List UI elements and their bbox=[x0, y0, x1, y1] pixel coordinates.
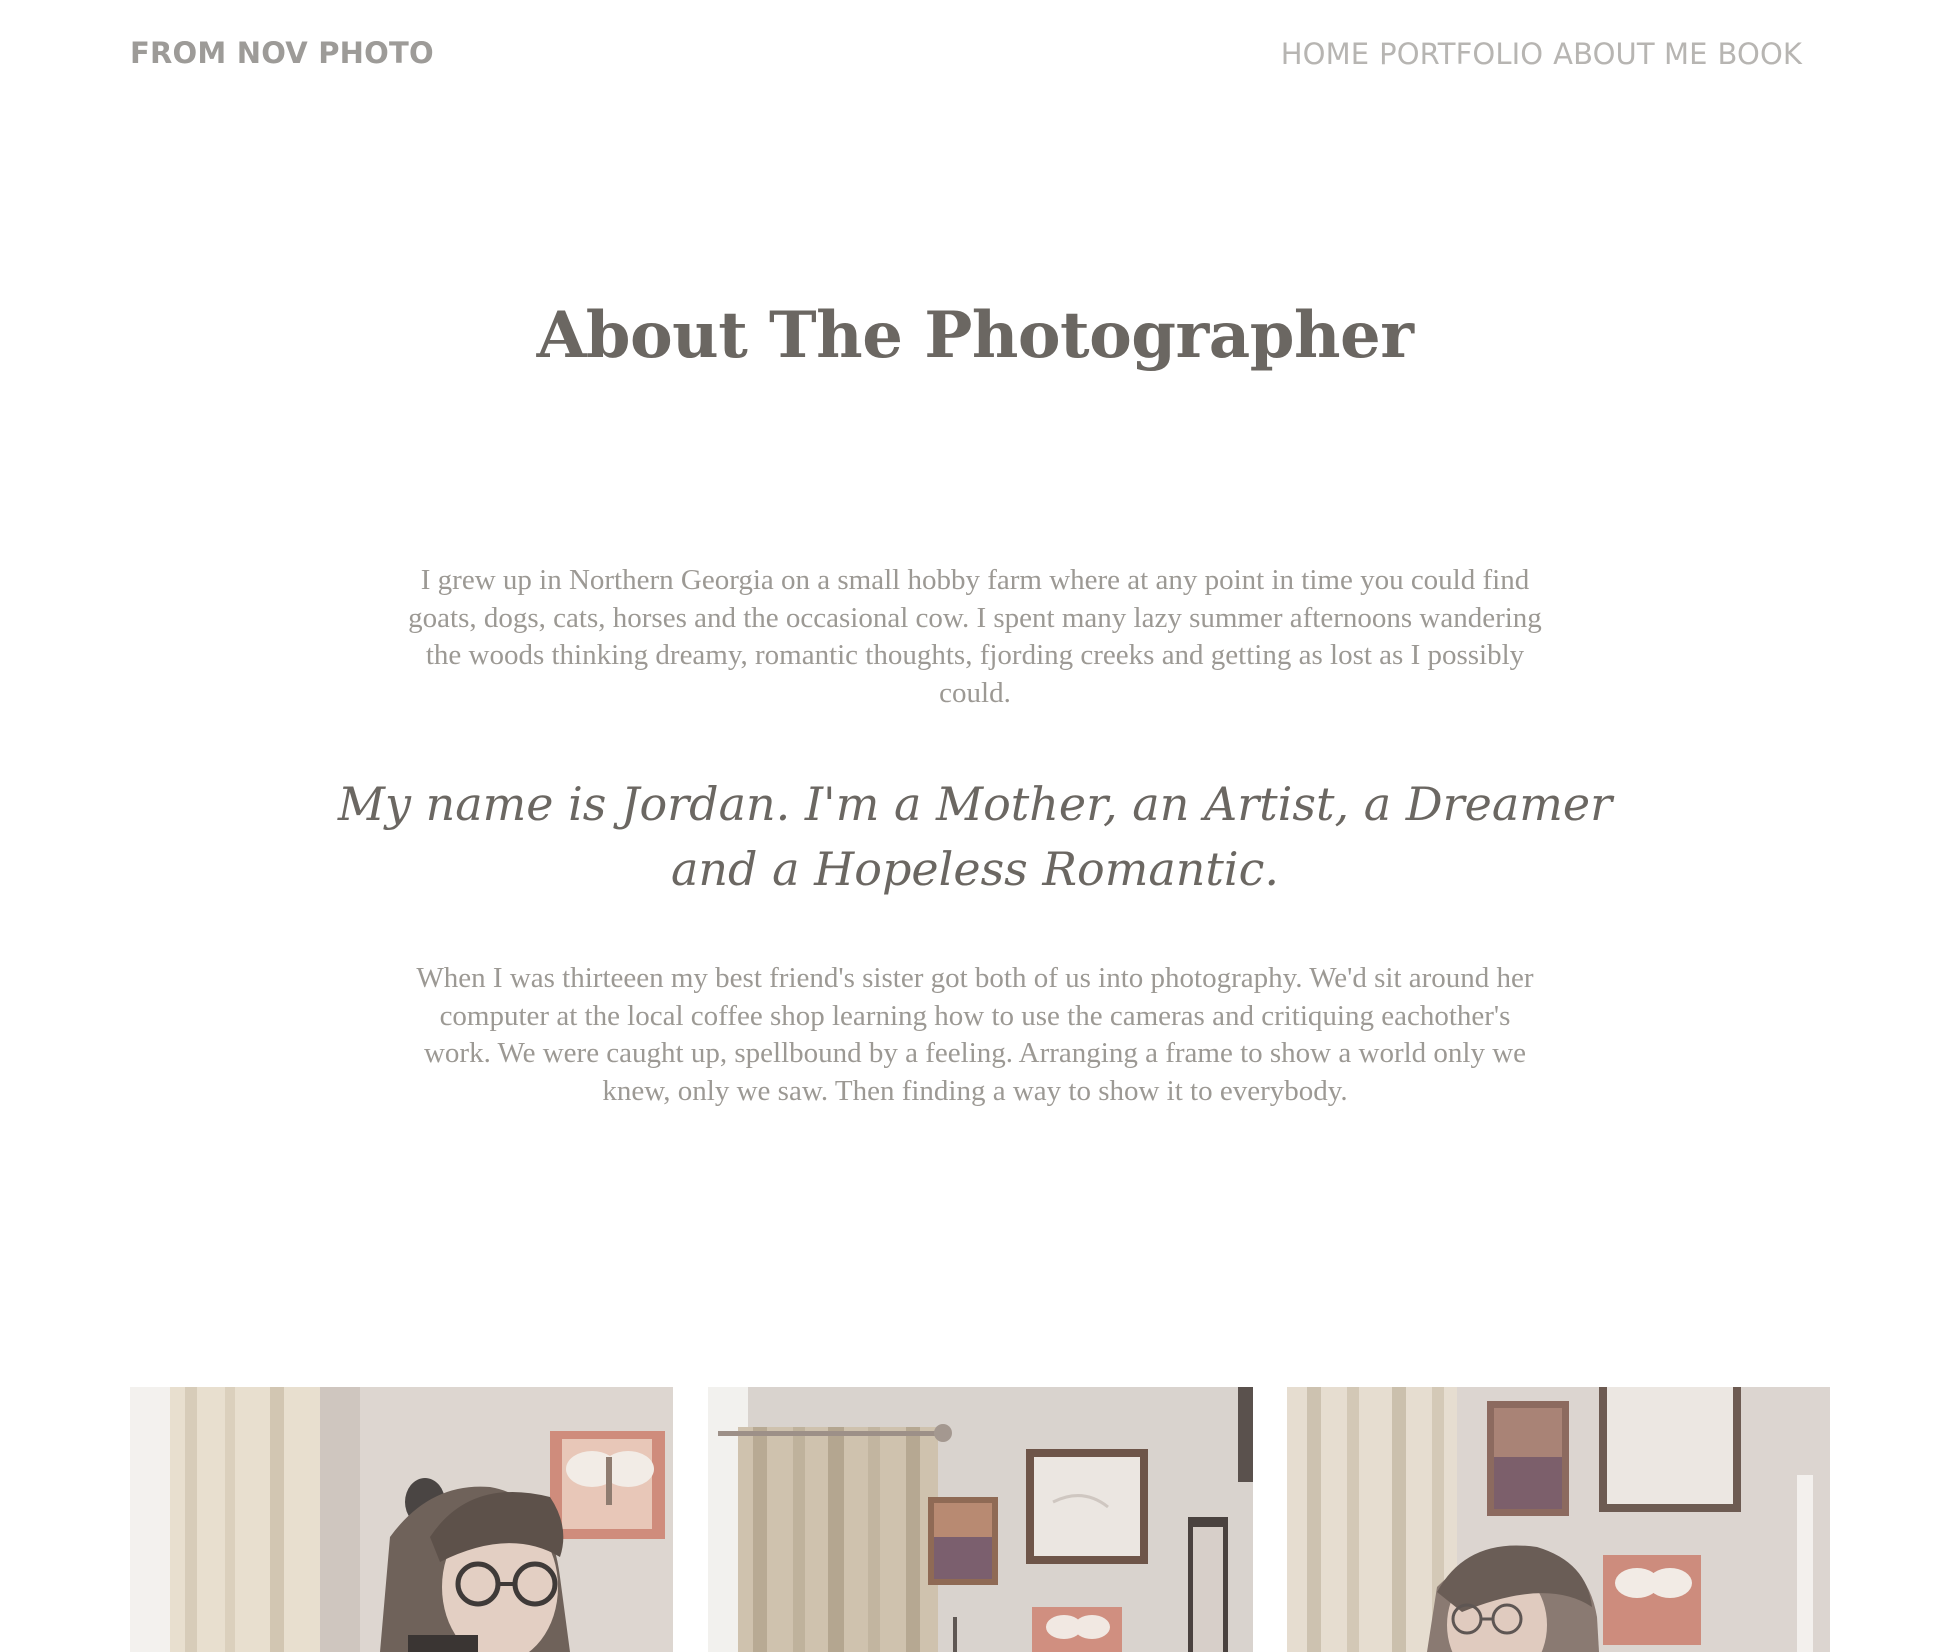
gallery-photo-portrait-camera[interactable] bbox=[130, 1387, 673, 1652]
nav-home-link[interactable]: HOME bbox=[1281, 37, 1369, 71]
story-paragraph: When I was thirteeen my best friend's si… bbox=[416, 962, 1534, 1107]
page-title: About The Photographer bbox=[536, 298, 1414, 373]
nav-about-me-link[interactable]: ABOUT ME bbox=[1553, 37, 1707, 71]
photo-portrait-glasses-image bbox=[1287, 1387, 1830, 1652]
main-nav: HOME PORTFOLIO ABOUT ME BOOK bbox=[1281, 37, 1802, 71]
intro-paragraph: I grew up in Northern Georgia on a small… bbox=[408, 564, 1542, 709]
brand-logo-link[interactable]: FROM NOV PHOTO bbox=[130, 36, 434, 70]
photo-gallery bbox=[130, 1387, 1830, 1652]
site-header: FROM NOV PHOTO HOME PORTFOLIO ABOUT ME B… bbox=[0, 0, 1950, 110]
gallery-photo-living-room[interactable] bbox=[708, 1387, 1253, 1652]
nav-book-link[interactable]: BOOK bbox=[1718, 37, 1802, 71]
photo-living-room-image bbox=[708, 1387, 1253, 1652]
gallery-photo-portrait-glasses[interactable] bbox=[1287, 1387, 1830, 1652]
photo-portrait-camera-image bbox=[130, 1387, 673, 1652]
tagline-quote: My name is Jordan. I'm a Mother, an Arti… bbox=[337, 777, 1613, 896]
nav-portfolio-link[interactable]: PORTFOLIO bbox=[1379, 37, 1543, 71]
